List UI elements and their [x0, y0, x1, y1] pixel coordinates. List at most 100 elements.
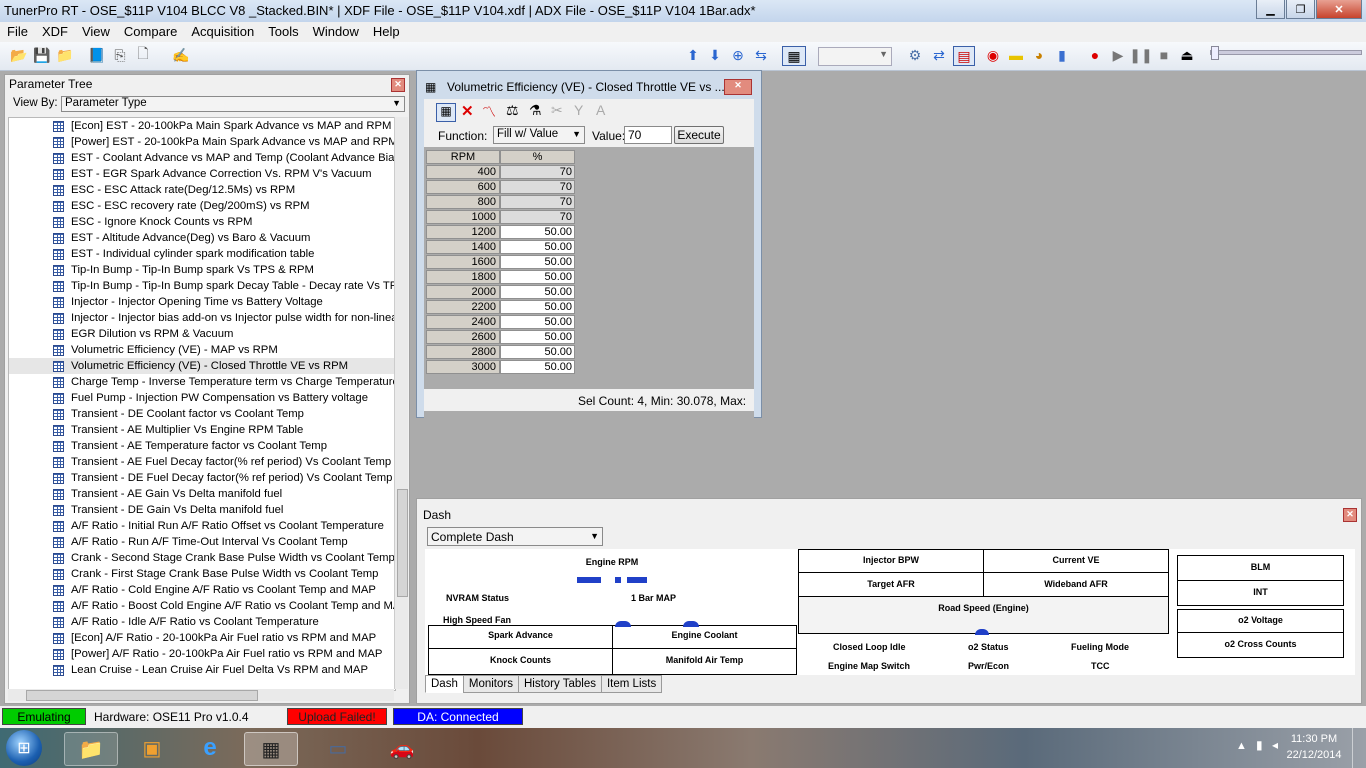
- folder-icon[interactable]: 📁: [56, 46, 74, 64]
- tree-item[interactable]: EST - EGR Spark Advance Correction Vs. R…: [9, 166, 395, 182]
- table-icon[interactable]: ▦: [436, 103, 456, 122]
- tree-item[interactable]: A/F Ratio - Cold Engine A/F Ratio vs Coo…: [9, 582, 395, 598]
- restore-button[interactable]: ❐: [1286, 0, 1315, 19]
- tree-item[interactable]: [Econ] EST - 20-100kPa Main Spark Advanc…: [9, 118, 395, 134]
- record-circle-icon[interactable]: ◉: [984, 46, 1002, 64]
- settings-icon[interactable]: ⚙: [906, 46, 924, 64]
- tree-item[interactable]: Fuel Pump - Injection PW Compensation vs…: [9, 390, 395, 406]
- ve-value-cell[interactable]: 70: [500, 180, 575, 194]
- tree-item[interactable]: A/F Ratio - Idle A/F Ratio vs Coolant Te…: [9, 614, 395, 630]
- tab-item-lists[interactable]: Item Lists: [600, 675, 663, 693]
- tree-item[interactable]: Transient - AE Temperature factor vs Coo…: [9, 438, 395, 454]
- start-button[interactable]: ⊞: [6, 730, 42, 766]
- car-taskbar-icon[interactable]: 🚗: [376, 732, 428, 764]
- stop-icon[interactable]: ■: [1155, 46, 1173, 64]
- tree-item[interactable]: ESC - ESC recovery rate (Deg/200mS) vs R…: [9, 198, 395, 214]
- ie-taskbar-icon[interactable]: e: [184, 732, 236, 764]
- merge-icon[interactable]: Y: [574, 102, 583, 118]
- flask-icon[interactable]: ⚗: [529, 102, 542, 119]
- delete-icon[interactable]: ✕: [461, 102, 474, 120]
- ve-value-cell[interactable]: 50.00: [500, 315, 575, 329]
- tree-item[interactable]: [Power] EST - 20-100kPa Main Spark Advan…: [9, 134, 395, 150]
- ve-value-cell[interactable]: 50.00: [500, 345, 575, 359]
- sync-icon[interactable]: ⇆: [752, 46, 770, 64]
- ve-value-cell[interactable]: 50.00: [500, 330, 575, 344]
- ve-value-cell[interactable]: 50.00: [500, 270, 575, 284]
- minimize-button[interactable]: ▁: [1256, 0, 1285, 19]
- tree-item[interactable]: Transient - AE Gain Vs Delta manifold fu…: [9, 486, 395, 502]
- ve-value-cell[interactable]: 50.00: [500, 225, 575, 239]
- tree-item[interactable]: Transient - DE Gain Vs Delta manifold fu…: [9, 502, 395, 518]
- tree-item[interactable]: [Econ] A/F Ratio - 20-100kPa Air Fuel ra…: [9, 630, 395, 646]
- close-icon[interactable]: ✕: [391, 78, 405, 92]
- ve-value-cell[interactable]: 50.00: [500, 285, 575, 299]
- arrow-down-icon[interactable]: ⬇: [706, 46, 724, 64]
- menu-tools[interactable]: Tools: [261, 22, 305, 42]
- app-taskbar-icon[interactable]: ▣: [126, 732, 178, 764]
- menu-acquisition[interactable]: Acquisition: [184, 22, 261, 42]
- tree-item[interactable]: Crank - Second Stage Crank Base Pulse Wi…: [9, 550, 395, 566]
- clock-date[interactable]: 22/12/2014: [1284, 749, 1344, 761]
- tray-arrow-icon[interactable]: ▲: [1236, 740, 1247, 752]
- tree-item[interactable]: [Power] A/F Ratio - 20-100kPa Air Fuel r…: [9, 646, 395, 662]
- tree-item[interactable]: Tip-In Bump - Tip-In Bump spark Decay Ta…: [9, 278, 395, 294]
- record-icon[interactable]: ●: [1086, 46, 1104, 64]
- tree-item[interactable]: Lean Cruise - Lean Cruise Air Fuel Delta…: [9, 662, 395, 678]
- table-icon[interactable]: ▤: [953, 46, 975, 66]
- pause-icon[interactable]: ❚❚: [1129, 46, 1152, 64]
- tree-item[interactable]: Transient - DE Fuel Decay factor(% ref p…: [9, 470, 395, 486]
- text-icon[interactable]: A: [596, 102, 605, 118]
- eject-icon[interactable]: ⏏: [1178, 46, 1196, 64]
- chip-icon[interactable]: ▦: [782, 46, 806, 66]
- close-icon[interactable]: ✕: [1343, 508, 1357, 522]
- network-icon[interactable]: ▮: [1256, 738, 1263, 752]
- tunerpro-taskbar-icon[interactable]: ▦: [244, 732, 298, 766]
- tree-item[interactable]: EGR Dilution vs RPM & Vacuum: [9, 326, 395, 342]
- show-desktop-button[interactable]: [1352, 728, 1366, 768]
- tree-item[interactable]: Charge Temp - Inverse Temperature term v…: [9, 374, 395, 390]
- cut-icon[interactable]: ✂: [551, 102, 563, 119]
- function-select[interactable]: Fill w/ Value ▼: [493, 126, 585, 144]
- tree-item[interactable]: Transient - AE Multiplier Vs Engine RPM …: [9, 422, 395, 438]
- arrow-up-icon[interactable]: ⬆: [684, 46, 702, 64]
- copy-icon[interactable]: ⎘: [111, 46, 129, 64]
- tree-item[interactable]: ESC - Ignore Knock Counts vs RPM: [9, 214, 395, 230]
- new-doc-icon[interactable]: 🗋: [134, 45, 152, 64]
- tree-item[interactable]: Injector - Injector bias add-on vs Injec…: [9, 310, 395, 326]
- value-input[interactable]: [624, 126, 672, 144]
- scroll-thumb[interactable]: [397, 489, 408, 597]
- tree-item[interactable]: Crank - First Stage Crank Base Pulse Wid…: [9, 566, 395, 582]
- tab-monitors[interactable]: Monitors: [462, 675, 519, 693]
- ve-value-cell[interactable]: 50.00: [500, 255, 575, 269]
- tree-item[interactable]: Transient - DE Coolant factor vs Coolant…: [9, 406, 395, 422]
- tab-history-tables[interactable]: History Tables: [517, 675, 602, 693]
- explorer-taskbar-icon[interactable]: 📁: [64, 732, 118, 766]
- close-button[interactable]: ✕: [1316, 0, 1362, 19]
- download-icon[interactable]: ⊕: [729, 46, 747, 64]
- gauge-icon[interactable]: ◕: [1030, 46, 1048, 64]
- tab-dash[interactable]: Dash: [425, 675, 464, 693]
- tree-item[interactable]: Injector - Injector Opening Time vs Batt…: [9, 294, 395, 310]
- play-icon[interactable]: ▶: [1109, 46, 1127, 64]
- hscroll-thumb[interactable]: [26, 690, 258, 701]
- menu-help[interactable]: Help: [366, 22, 407, 42]
- tree-item[interactable]: EST - Individual cylinder spark modifica…: [9, 246, 395, 262]
- menu-compare[interactable]: Compare: [117, 22, 184, 42]
- bar-chart-icon[interactable]: ▮: [1053, 46, 1071, 64]
- tree-vertical-scrollbar[interactable]: [394, 117, 408, 689]
- tree-horizontal-scrollbar[interactable]: [8, 689, 394, 701]
- playback-slider[interactable]: [1210, 46, 1362, 60]
- tree-item[interactable]: Transient - AE Fuel Decay factor(% ref p…: [9, 454, 395, 470]
- menu-view[interactable]: View: [75, 22, 117, 42]
- ve-value-cell[interactable]: 50.00: [500, 360, 575, 374]
- execute-button[interactable]: Execute: [674, 126, 724, 144]
- tree-item[interactable]: Volumetric Efficiency (VE) - MAP vs RPM: [9, 342, 395, 358]
- ve-value-cell[interactable]: 70: [500, 210, 575, 224]
- wand-icon[interactable]: ✍: [172, 46, 190, 64]
- ve-value-cell[interactable]: 70: [500, 165, 575, 179]
- compare-icon[interactable]: ⚖: [506, 102, 519, 119]
- ve-value-cell[interactable]: 70: [500, 195, 575, 209]
- menu-file[interactable]: File: [0, 22, 35, 42]
- open-folder-icon[interactable]: 📂: [10, 46, 28, 64]
- ve-value-cell[interactable]: 50.00: [500, 240, 575, 254]
